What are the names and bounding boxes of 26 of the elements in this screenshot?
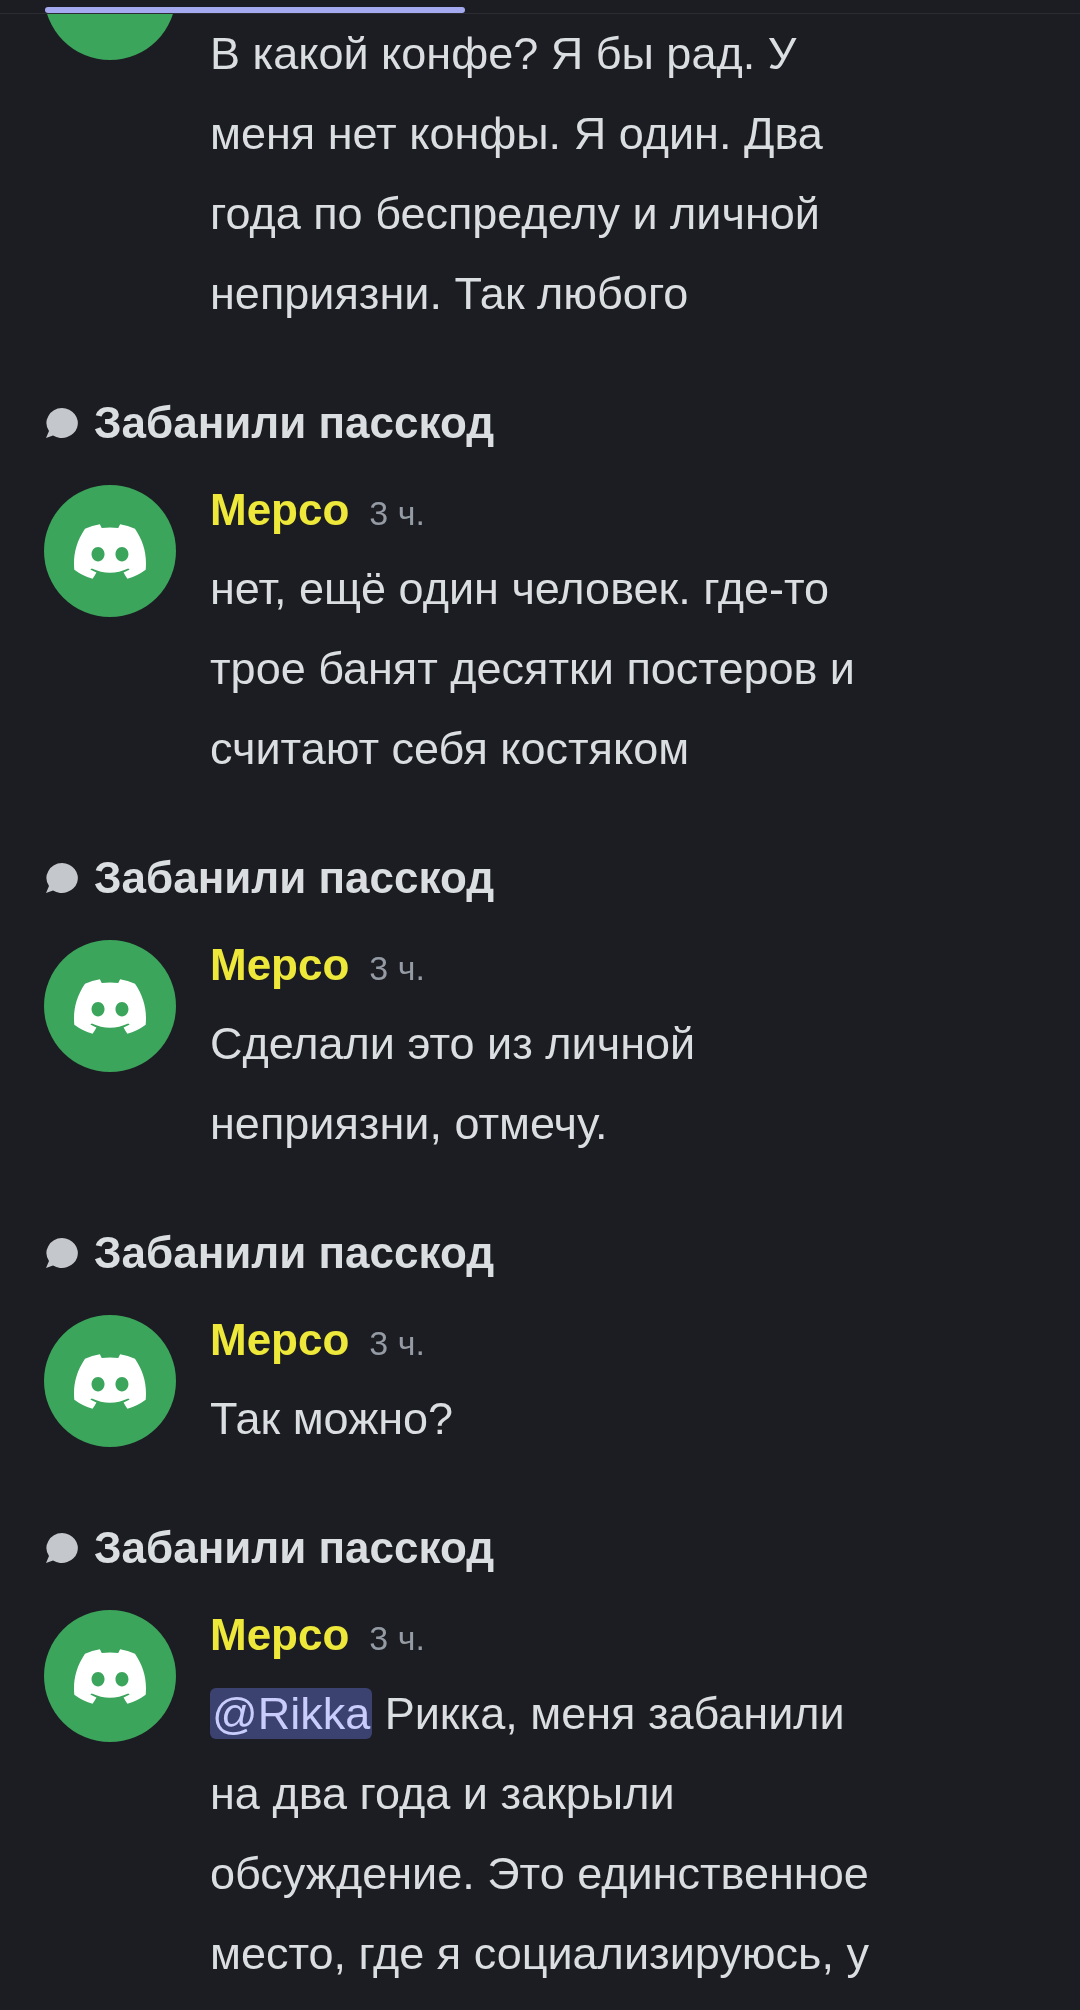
controller-face-icon <box>74 523 146 579</box>
author-name[interactable]: Мерсо <box>210 1315 350 1365</box>
message-text: В какой конфе? Я бы рад. У меня нет конфы. Я один. Два года по беспределу и личной неприязни. Так любого <box>210 27 824 321</box>
speech-bubble-icon <box>44 861 80 895</box>
thread-title[interactable]: Забанили пасскод <box>94 398 495 448</box>
author-name[interactable]: Мерсо <box>210 1610 350 1660</box>
message-text: Сделали это из личной неприязни, отмечу. <box>210 1017 697 1151</box>
controller-face-icon <box>74 1648 146 1704</box>
thread-title[interactable]: Забанили пасскод <box>94 1523 495 1573</box>
message-text: Так можно? <box>210 1392 455 1446</box>
timestamp: 3 ч. <box>369 1324 425 1363</box>
speech-bubble-icon <box>44 1236 80 1270</box>
controller-face-icon <box>74 978 146 1034</box>
message-text: нет, ещё один человек. где-то трое банят десятки постеров и считают себя костяком <box>210 562 856 776</box>
author-name[interactable]: Мерсо <box>210 940 350 990</box>
mention-link[interactable]: @Rikka <box>210 1688 373 1739</box>
timestamp: 3 ч. <box>369 494 425 533</box>
thread-title[interactable]: Забанили пасскод <box>94 853 495 903</box>
speech-bubble-icon <box>44 1531 80 1565</box>
message-text: @Rikka Рикка, меня забанили на два года и закрыли обсуждение. Это единственное место, где я социализируюсь, у <box>210 1687 870 1981</box>
author-name[interactable]: Мерсо <box>210 485 350 535</box>
controller-face-icon <box>74 1353 146 1409</box>
thread-title[interactable]: Забанили пасскод <box>94 1228 495 1278</box>
timestamp: 3 ч. <box>369 1619 425 1658</box>
timestamp: 3 ч. <box>369 949 425 988</box>
speech-bubble-icon <box>44 406 80 440</box>
